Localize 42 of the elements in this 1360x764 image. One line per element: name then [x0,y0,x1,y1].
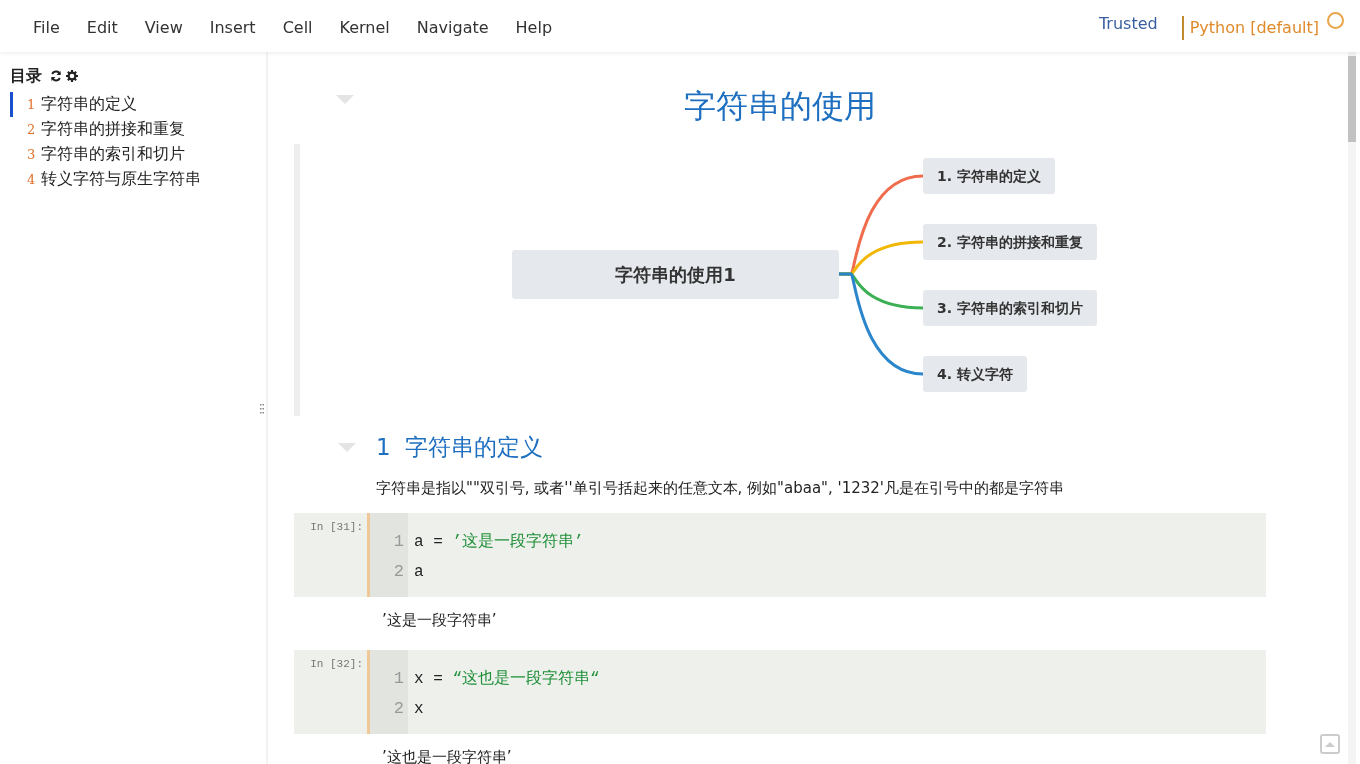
toc-item[interactable]: 1 字符串的定义 [10,92,256,117]
menu-item[interactable]: Cell [282,16,313,40]
line-number: 2 [392,561,404,583]
menu-item[interactable]: Help [515,16,553,40]
mindmap-branch-node: 2. 字符串的拼接和重复 [923,224,1097,260]
code-line: a = ’这是一段字符串’ [414,531,584,553]
menu-item[interactable]: View [144,16,183,40]
toc-item[interactable]: 3 字符串的索引和切片 [10,142,256,167]
mindmap-branch-node: 1. 字符串的定义 [923,158,1055,194]
output-text: ’这也是一段字符串’ [382,746,513,764]
refresh-icon[interactable] [50,70,62,82]
toc-title: 目录 [10,65,42,87]
line-number: 1 [392,667,404,690]
toc-item[interactable]: 2 字符串的拼接和重复 [10,117,256,142]
line-number: 1 [392,531,404,553]
toc-item[interactable]: 4 转义字符与原生字符串 [10,167,256,192]
resize-handle[interactable] [260,404,264,414]
line-number: 2 [392,697,404,720]
menu-item[interactable]: Edit [86,16,118,40]
menu-item[interactable]: Kernel [339,16,390,40]
code-line: a [414,562,425,583]
trusted-indicator[interactable]: Trusted [1098,12,1158,36]
code-cell[interactable]: In [31]: 1 2 a = ’这是一段字符串’ a [294,513,1266,597]
mindmap-branch-node: 3. 字符串的索引和切片 [923,290,1097,326]
menu-item[interactable]: Insert [209,16,256,40]
kernel-name: Python [default] [1181,16,1319,40]
code-line: x [414,698,425,720]
output-text: ’这是一段字符串’ [382,610,498,631]
menu-item[interactable]: File [33,16,60,40]
section-heading: 1 字符串的定义 [376,433,544,462]
notebook-title: 字符串的使用 [683,86,877,127]
mindmap-branch-node: 4. 转义字符 [923,356,1027,392]
mindmap-root-node: 字符串的使用1 [512,250,839,299]
collapse-icon[interactable] [336,94,354,104]
scroll-to-top-icon[interactable] [1320,734,1340,754]
scrollbar[interactable] [1348,52,1356,764]
code-cell[interactable]: In [32]: 1 2 x = “这也是一段字符串“ x [294,649,1266,734]
code-line: x = “这也是一段字符串“ [414,668,600,690]
settings-icon[interactable] [66,70,78,82]
menu-item[interactable]: Navigate [416,16,489,40]
markdown-text: 字符串是指以""双引号, 或者''单引号括起来的任意文本, 例如"abaa", '1232'凡是在引号中的都是字符串 [376,477,1065,499]
collapse-icon[interactable] [338,442,356,452]
